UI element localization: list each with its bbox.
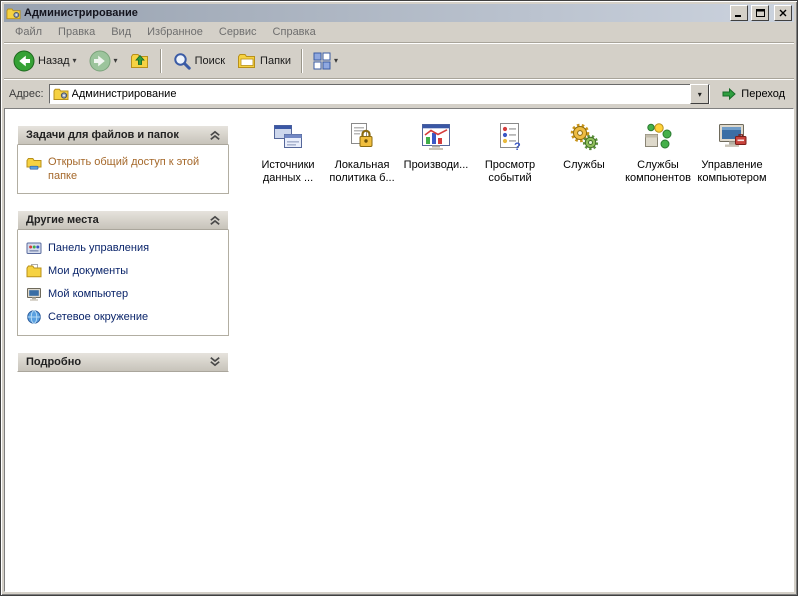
forward-button[interactable]: ▾: [84, 48, 123, 74]
item-component-services[interactable]: Службы компонентов: [621, 121, 695, 185]
back-label: Назад: [38, 55, 70, 67]
address-dropdown-button[interactable]: ▾: [690, 84, 709, 104]
panel-file-tasks: Задачи для файлов и папок Открыть: [17, 125, 229, 194]
svg-text:?: ?: [514, 141, 521, 153]
item-security-policy-label: Локальная политика б...: [325, 159, 399, 185]
back-dropdown-icon: ▾: [73, 57, 77, 65]
place-network-label: Сетевое окружение: [48, 310, 148, 324]
panel-other-places-title: Другие места: [26, 214, 99, 226]
minimize-button[interactable]: [730, 5, 748, 21]
network-globe-icon: [26, 309, 42, 325]
item-services[interactable]: Службы: [547, 121, 621, 172]
panel-details: Подробно: [17, 352, 229, 372]
chevron-down-icon[interactable]: [208, 356, 222, 368]
menu-bar: Файл Правка Вид Избранное Сервис Справка: [4, 22, 794, 43]
forward-dropdown-icon: ▾: [114, 57, 118, 65]
go-label: Переход: [741, 88, 785, 100]
item-performance[interactable]: Производи...: [399, 121, 473, 172]
up-button[interactable]: [125, 48, 155, 74]
item-data-sources-label: Источники данных ...: [251, 159, 325, 185]
address-bar: Адрес: ▾ Переход: [4, 79, 794, 108]
place-my-computer-label: Мой компьютер: [48, 287, 128, 301]
share-folder-link[interactable]: Открыть общий доступ к этой папке: [26, 155, 222, 183]
back-button[interactable]: Назад ▾: [8, 48, 82, 74]
go-arrow-icon: [721, 86, 737, 102]
item-data-sources[interactable]: Источники данных ...: [251, 121, 325, 185]
item-event-viewer-label: Просмотр событий: [473, 159, 547, 185]
folders-label: Папки: [260, 55, 291, 67]
sidebar: Задачи для файлов и папок Открыть: [17, 125, 229, 388]
computer-management-icon: [716, 121, 748, 153]
menu-edit[interactable]: Правка: [51, 24, 102, 40]
panel-header-details[interactable]: Подробно: [17, 352, 229, 372]
place-network[interactable]: Сетевое окружение: [26, 309, 222, 325]
place-my-documents-label: Мои документы: [48, 264, 128, 278]
panel-file-tasks-title: Задачи для файлов и папок: [26, 129, 179, 141]
item-services-label: Службы: [547, 159, 621, 172]
place-my-documents[interactable]: Мои документы: [26, 263, 222, 279]
my-computer-icon: [26, 286, 42, 302]
search-button[interactable]: Поиск: [167, 48, 230, 74]
title-bar: Администрирование: [4, 4, 794, 22]
menu-view[interactable]: Вид: [104, 24, 138, 40]
panel-other-places-body: Панель управления Мои документы: [17, 230, 229, 336]
share-folder-icon: [26, 155, 42, 171]
toolbar-separator: [160, 49, 162, 73]
item-computer-management[interactable]: Управление компьютером: [695, 121, 769, 185]
address-label: Адрес:: [7, 88, 44, 100]
item-component-services-label: Службы компонентов: [621, 159, 695, 185]
place-control-panel[interactable]: Панель управления: [26, 240, 222, 256]
menu-tools[interactable]: Сервис: [212, 24, 264, 40]
place-my-computer[interactable]: Мой компьютер: [26, 286, 222, 302]
menu-help[interactable]: Справка: [266, 24, 323, 40]
search-icon: [172, 51, 192, 71]
panel-other-places: Другие места: [17, 210, 229, 336]
item-event-viewer[interactable]: ? Просмотр событий: [473, 121, 547, 185]
menu-file[interactable]: Файл: [8, 24, 49, 40]
window-title: Администрирование: [24, 7, 727, 19]
panel-header-other-places[interactable]: Другие места: [17, 210, 229, 230]
chevron-up-icon[interactable]: [208, 129, 222, 141]
content-area: Задачи для файлов и папок Открыть: [4, 108, 794, 592]
address-combo[interactable]: ▾: [49, 84, 711, 104]
toolbar: Назад ▾ ▾: [4, 43, 794, 79]
share-folder-label: Открыть общий доступ к этой папке: [48, 155, 222, 183]
item-security-policy[interactable]: Локальная политика б...: [325, 121, 399, 185]
item-computer-management-label: Управление компьютером: [695, 159, 769, 185]
icons-area: Источники данных ... Локальная политика …: [229, 121, 793, 201]
explorer-window: Администрирование Файл Правка Вид Избран…: [0, 0, 798, 596]
admin-tools-folder-icon[interactable]: [6, 6, 21, 21]
address-input[interactable]: [72, 86, 688, 102]
components-icon: [642, 121, 674, 153]
place-control-panel-label: Панель управления: [48, 241, 149, 255]
chevron-up-icon[interactable]: [208, 214, 222, 226]
menu-favorites[interactable]: Избранное: [140, 24, 210, 40]
panel-header-file-tasks[interactable]: Задачи для файлов и папок: [17, 125, 229, 145]
views-button[interactable]: ▾: [308, 48, 343, 74]
folders-button[interactable]: Папки: [232, 48, 296, 74]
folders-icon: [237, 51, 257, 71]
go-button[interactable]: Переход: [715, 82, 791, 106]
panel-file-tasks-body: Открыть общий доступ к этой папке: [17, 145, 229, 194]
close-button[interactable]: [774, 5, 792, 21]
event-log-icon: ?: [494, 121, 526, 153]
item-performance-label: Производи...: [399, 159, 473, 172]
toolbar-separator: [301, 49, 303, 73]
control-panel-icon: [26, 240, 42, 256]
panel-details-title: Подробно: [26, 356, 81, 368]
forward-icon: [89, 50, 111, 72]
maximize-button[interactable]: [751, 5, 769, 21]
gears-icon: [568, 121, 600, 153]
odbc-icon: [272, 121, 304, 153]
back-icon: [13, 50, 35, 72]
search-label: Поиск: [195, 55, 225, 67]
my-documents-icon: [26, 263, 42, 279]
performance-chart-icon: [420, 121, 452, 153]
views-dropdown-icon: ▾: [334, 57, 338, 65]
up-folder-icon: [130, 51, 150, 71]
views-icon: [313, 52, 331, 70]
address-folder-gear-icon: [53, 86, 69, 102]
lock-document-icon: [346, 121, 378, 153]
